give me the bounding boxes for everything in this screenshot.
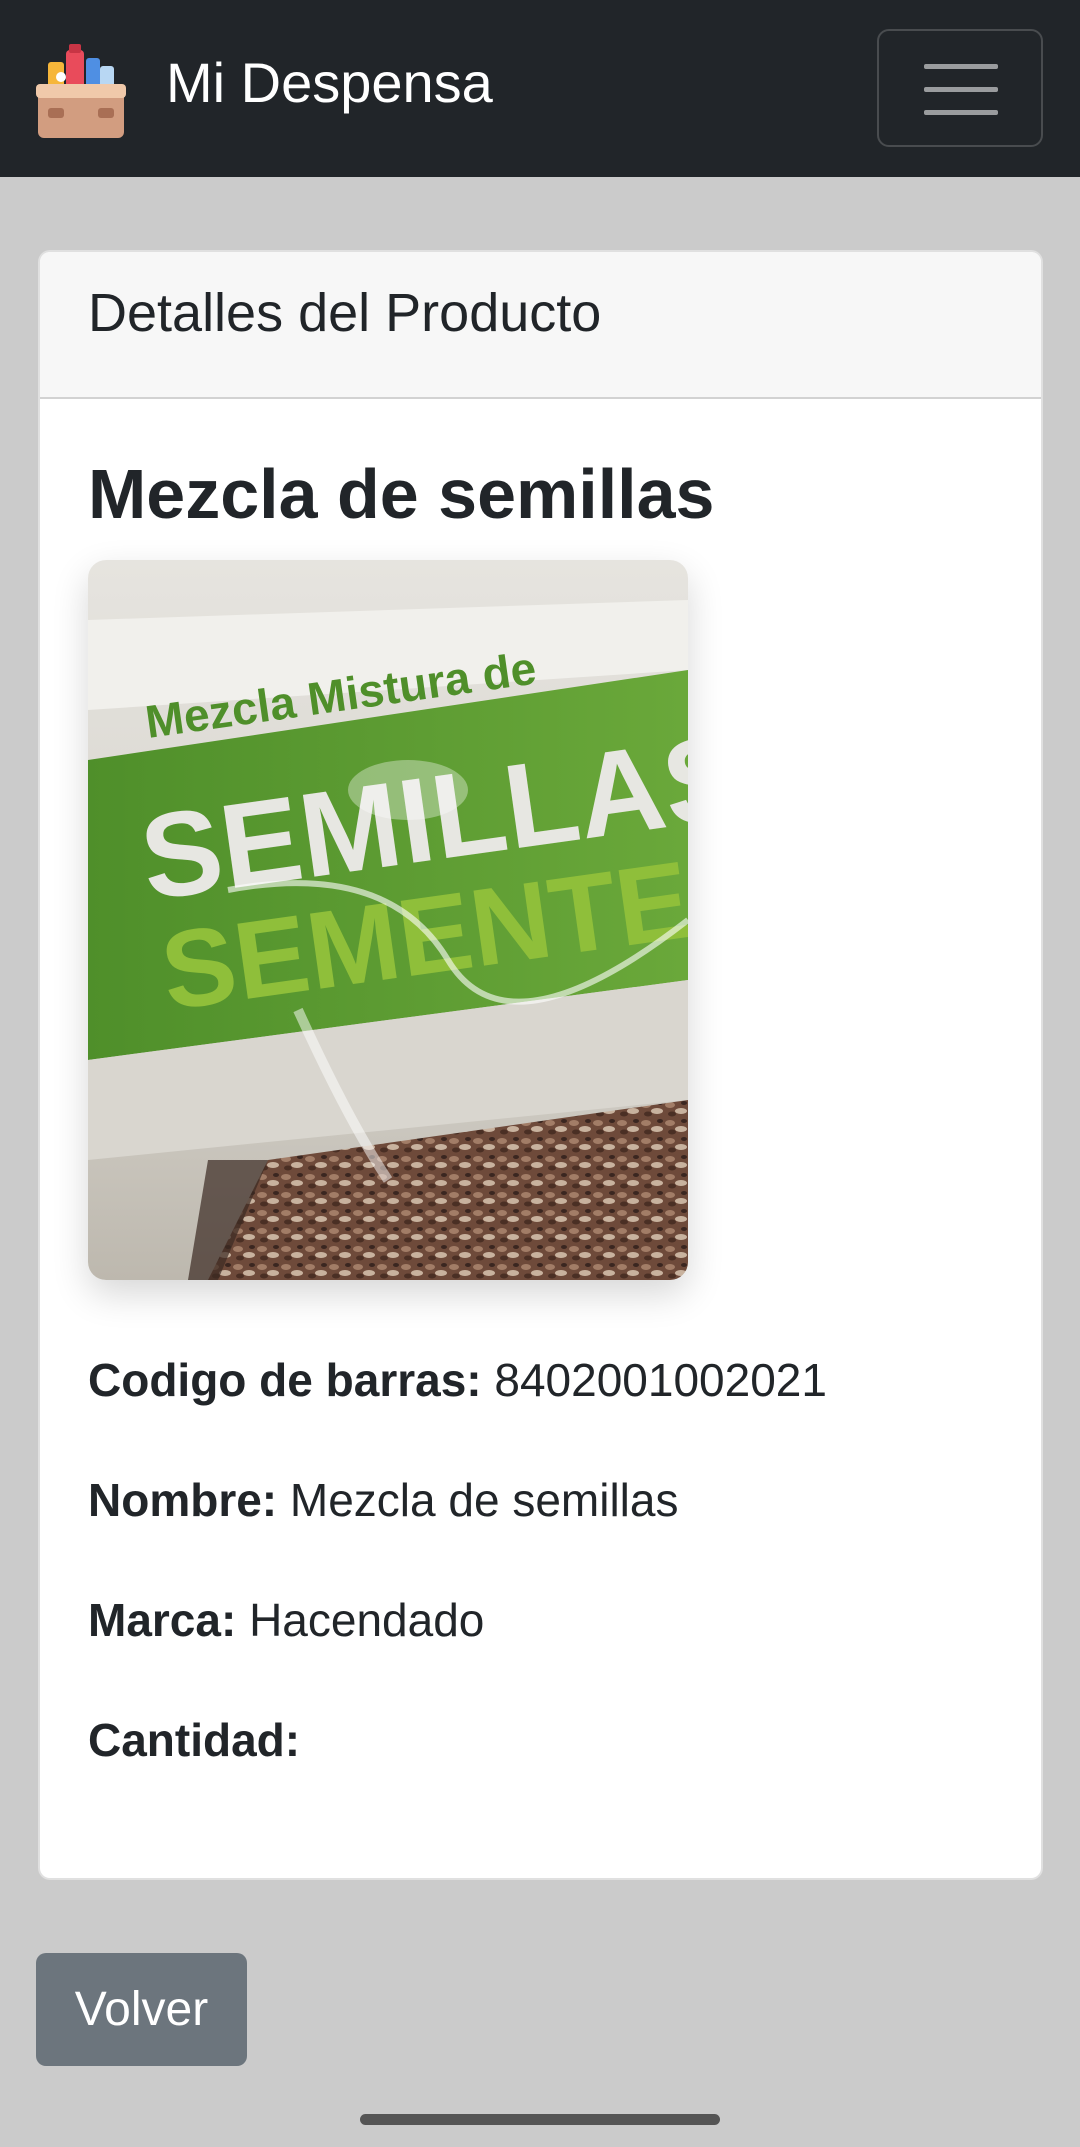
product-title: Mezcla de semillas — [88, 455, 715, 533]
hamburger-menu-icon — [924, 64, 998, 69]
pantry-box-icon[interactable] — [36, 44, 126, 140]
top-navbar: Mi Despensa — [0, 0, 1080, 177]
field-barcode: Codigo de barras: 8402001002021 — [88, 1352, 827, 1408]
field-name-value: Mezcla de semillas — [289, 1474, 679, 1526]
field-name-label: Nombre: — [88, 1474, 278, 1526]
field-barcode-label: Codigo de barras: — [88, 1354, 482, 1406]
field-brand-value: Hacendado — [249, 1594, 485, 1646]
hamburger-menu-button[interactable] — [877, 29, 1043, 147]
card-header-title: Detalles del Producto — [88, 283, 602, 343]
back-button[interactable]: Volver — [36, 1953, 247, 2066]
field-quantity-label: Cantidad: — [88, 1714, 301, 1766]
field-name: Nombre: Mezcla de semillas — [88, 1472, 678, 1528]
field-barcode-value: 8402001002021 — [494, 1354, 827, 1406]
field-brand-label: Marca: — [88, 1594, 237, 1646]
seed-package-photo: Mezcla Mistura de SEMILLAS SEMENTES — [88, 560, 688, 1280]
product-image: Mezcla Mistura de SEMILLAS SEMENTES — [88, 560, 688, 1280]
field-quantity: Cantidad: — [88, 1712, 300, 1768]
card-header: Detalles del Producto — [40, 252, 1041, 399]
product-details-card: Detalles del Producto Mezcla de semillas — [38, 250, 1043, 1880]
brand-name[interactable]: Mi Despensa — [166, 50, 493, 116]
home-indicator[interactable] — [360, 2114, 720, 2125]
field-brand: Marca: Hacendado — [88, 1592, 484, 1648]
